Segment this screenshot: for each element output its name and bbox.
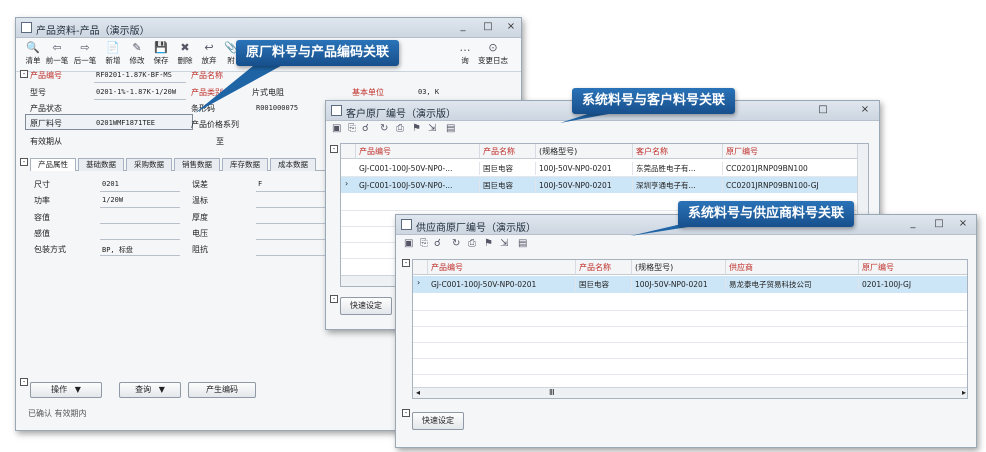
callout-supplier-code: 系统料号与供应商料号关联: [678, 201, 855, 227]
